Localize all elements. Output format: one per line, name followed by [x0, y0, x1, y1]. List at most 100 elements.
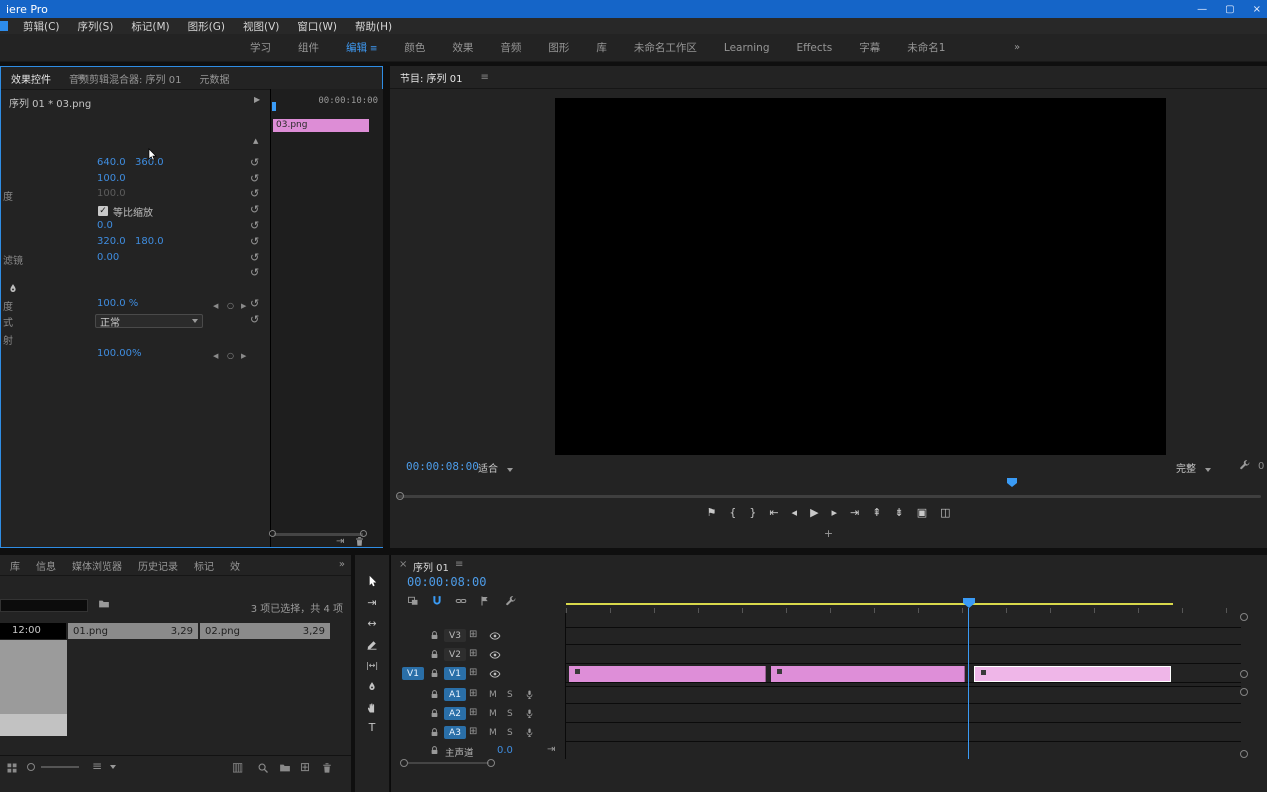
workspace-tab-effects-cn[interactable]: 效果: [452, 40, 473, 55]
vscroll-handle[interactable]: [1240, 670, 1248, 678]
mute-button[interactable]: M: [489, 709, 497, 719]
slip-tool[interactable]: |↔|: [355, 657, 389, 674]
menu-help[interactable]: 帮助(H): [346, 19, 401, 34]
lift-button[interactable]: ⇞: [872, 506, 881, 520]
razor-tool[interactable]: [355, 636, 389, 653]
eye-icon[interactable]: [489, 649, 501, 661]
selection-tool[interactable]: [355, 573, 389, 590]
track-target-button[interactable]: A2: [444, 707, 466, 720]
vscroll-handle[interactable]: [1240, 750, 1248, 758]
track-target-button[interactable]: V2: [444, 648, 466, 661]
type-tool[interactable]: T: [355, 719, 389, 736]
icon-view-icon[interactable]: [6, 762, 18, 774]
tab-libraries[interactable]: 库: [10, 558, 20, 573]
mark-in-button[interactable]: {: [729, 506, 736, 520]
lock-icon[interactable]: [429, 727, 440, 738]
timeline-zoom-bar[interactable]: [408, 762, 489, 764]
sync-lock-icon[interactable]: ⊞: [469, 667, 477, 678]
track-target-button[interactable]: A3: [444, 726, 466, 739]
sort-caret-icon[interactable]: [110, 765, 116, 769]
prev-keyframe-icon[interactable]: ◀: [213, 350, 218, 362]
timeline-clip-2[interactable]: [771, 666, 965, 682]
solo-button[interactable]: S: [507, 709, 513, 719]
settings-wrench-icon[interactable]: [1239, 459, 1251, 471]
menu-graphics[interactable]: 图形(G): [179, 19, 234, 34]
timeline-clip-3-selected[interactable]: [974, 666, 1171, 682]
workspace-tab-unnamed[interactable]: 未命名工作区: [634, 40, 697, 55]
sync-lock-icon[interactable]: ⊞: [469, 707, 477, 718]
mini-zoom-bar[interactable]: [274, 533, 363, 536]
tab-overflow-button[interactable]: »: [339, 559, 345, 570]
export-frame-button[interactable]: ▣: [917, 506, 927, 520]
workspace-tab-unnamed1[interactable]: 未命名1: [907, 40, 945, 55]
step-forward-button[interactable]: ▸: [832, 506, 838, 520]
eye-icon[interactable]: [489, 668, 501, 680]
list-view-icon[interactable]: ≡: [92, 759, 102, 773]
zoom-handle-left[interactable]: [400, 759, 408, 767]
workspace-tab-captions[interactable]: 字幕: [859, 40, 880, 55]
mini-playhead[interactable]: [272, 102, 276, 111]
uniform-scale-checkbox[interactable]: ✓: [98, 206, 108, 216]
tab-media-browser[interactable]: 媒体浏览器: [72, 558, 122, 573]
add-marker-icon[interactable]: [479, 595, 491, 607]
02.png[interactable]: 02.png 3,29: [200, 623, 330, 639]
mute-button[interactable]: M: [489, 728, 497, 738]
timeline-clip-1[interactable]: [569, 666, 766, 682]
zoom-fit-dropdown[interactable]: 适合: [478, 460, 514, 475]
lock-icon[interactable]: [429, 708, 440, 719]
zoom-handle-right[interactable]: [487, 759, 495, 767]
time-remap-speed-value[interactable]: 100.00%: [97, 348, 142, 359]
lock-icon[interactable]: [429, 630, 440, 641]
track-target-button[interactable]: V1: [444, 667, 466, 680]
folder-icon[interactable]: [98, 598, 110, 610]
vscroll-handle[interactable]: [1240, 688, 1248, 696]
tab-effect-controls[interactable]: 效果控件: [11, 71, 51, 86]
blend-mode-dropdown[interactable]: 正常: [95, 314, 203, 329]
program-scrubber-track[interactable]: [396, 495, 1261, 498]
panel-menu-icon[interactable]: ≡: [480, 72, 488, 83]
mark-out-button[interactable]: }: [749, 506, 756, 520]
program-playhead-marker[interactable]: [1007, 478, 1017, 487]
menu-window[interactable]: 窗口(W): [288, 19, 346, 34]
hand-tool[interactable]: [355, 699, 389, 716]
program-title[interactable]: 节目: 序列 01: [400, 70, 462, 85]
tab-history[interactable]: 历史记录: [138, 558, 178, 573]
vscroll-handle[interactable]: [1240, 613, 1248, 621]
01.png[interactable]: 01.png 3,29: [68, 623, 198, 639]
mute-button[interactable]: M: [489, 690, 497, 700]
reset-icon[interactable]: ↺: [250, 204, 259, 215]
reset-icon[interactable]: ↺: [250, 252, 259, 263]
solo-button[interactable]: S: [507, 690, 513, 700]
track-target-button[interactable]: V3: [444, 629, 466, 642]
new-item-icon[interactable]: ⊞: [300, 760, 310, 774]
go-to-out-button[interactable]: ⇥: [850, 506, 859, 520]
anchor-x-value[interactable]: 320.0: [97, 236, 126, 247]
reset-icon[interactable]: ↺: [250, 267, 259, 278]
next-keyframe-icon[interactable]: ▶: [241, 350, 246, 362]
solo-button[interactable]: S: [507, 728, 513, 738]
master-gain-value[interactable]: 0.0: [497, 745, 513, 756]
add-marker-button[interactable]: ⚑: [706, 506, 716, 520]
button-editor-icon[interactable]: +: [390, 527, 1267, 540]
nest-insert-icon[interactable]: [407, 595, 419, 607]
master-fit-icon[interactable]: ⇥: [547, 744, 555, 755]
reset-icon[interactable]: ↺: [250, 298, 259, 309]
tab-metadata[interactable]: 元数据: [199, 71, 229, 86]
tab-markers[interactable]: 标记: [194, 558, 214, 573]
timeline-timecode[interactable]: 00:00:08:00: [407, 575, 486, 589]
workspace-tab-graphics[interactable]: 图形: [548, 40, 569, 55]
anchor-y-value[interactable]: 180.0: [135, 236, 164, 247]
menu-clip[interactable]: 剪辑(C): [14, 19, 69, 34]
track-select-forward-tool[interactable]: ⇥: [355, 594, 389, 611]
reset-icon[interactable]: ↺: [250, 314, 259, 325]
rotation-value[interactable]: 0.0: [97, 220, 113, 231]
filter-input[interactable]: [0, 599, 88, 612]
mic-icon[interactable]: [524, 727, 535, 738]
program-timecode[interactable]: 00:00:08:00: [406, 460, 479, 473]
menu-markers[interactable]: 标记(M): [122, 19, 178, 34]
work-area-bar[interactable]: [566, 603, 1173, 605]
sync-lock-icon[interactable]: ⊞: [469, 726, 477, 737]
mic-icon[interactable]: [524, 689, 535, 700]
workspace-tab-effects[interactable]: Effects: [797, 42, 833, 54]
close-tab-icon[interactable]: ×: [399, 559, 407, 570]
